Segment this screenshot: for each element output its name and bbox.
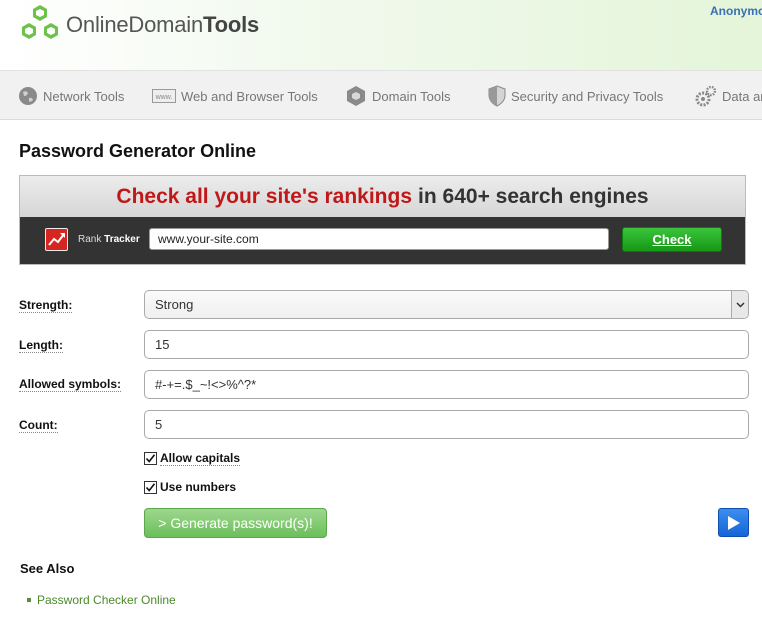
list-item: Password Checker Online bbox=[27, 593, 176, 607]
allow-capitals-checkbox[interactable] bbox=[144, 452, 157, 465]
svg-text:www.: www. bbox=[155, 94, 173, 101]
ad-form: Rank Tracker www.your-site.com Check bbox=[20, 217, 745, 264]
gears-icon bbox=[695, 85, 717, 107]
count-input[interactable]: 5 bbox=[144, 410, 749, 439]
site-header: OnlineDomainTools Anonymous bbox=[0, 0, 762, 70]
play-icon[interactable] bbox=[718, 508, 749, 537]
logo-hexagons-icon[interactable] bbox=[18, 5, 62, 41]
nav-label: Security and Privacy Tools bbox=[511, 88, 664, 104]
checkmark-icon bbox=[145, 482, 156, 492]
length-label: Length: bbox=[19, 338, 63, 353]
checkmark-icon bbox=[145, 454, 156, 463]
ad-headline-highlight: Check all your site's rankings bbox=[116, 184, 413, 208]
nav-item-domain-tools[interactable]: Domain Tools bbox=[345, 71, 451, 119]
check-button[interactable]: Check bbox=[622, 227, 722, 252]
nav-item-web-browser-tools[interactable]: www. Web and Browser Tools bbox=[152, 71, 318, 119]
site-logo-text[interactable]: OnlineDomainTools bbox=[66, 12, 259, 38]
nav-label: Domain Tools bbox=[372, 88, 451, 104]
page-title: Password Generator Online bbox=[19, 141, 257, 161]
globe-icon bbox=[19, 87, 37, 105]
strength-value: Strong bbox=[155, 297, 194, 312]
generate-password-button[interactable]: > Generate password(s)! bbox=[144, 508, 327, 538]
www-icon: www. bbox=[152, 89, 176, 103]
ad-headline-rest: in 640+ search engines bbox=[418, 184, 649, 208]
bullet-icon bbox=[27, 598, 31, 602]
length-input[interactable]: 15 bbox=[144, 330, 749, 359]
hexagon-icon bbox=[347, 86, 365, 106]
nav-label: Web and Browser Tools bbox=[181, 88, 318, 104]
password-checker-link[interactable]: Password Checker Online bbox=[37, 593, 176, 607]
allowed-symbols-label: Allowed symbols: bbox=[19, 377, 122, 392]
allowed-symbols-input[interactable]: #-+=.$_~!<>%^?* bbox=[144, 370, 749, 399]
logo-text-light: OnlineDomain bbox=[66, 12, 204, 37]
brand-light: Rank bbox=[78, 234, 102, 245]
ad-headline: Check all your site's rankings in 640+ s… bbox=[20, 176, 745, 217]
rank-tracker-icon bbox=[45, 228, 68, 251]
chevron-down-icon[interactable] bbox=[731, 291, 748, 318]
site-url-input[interactable]: www.your-site.com bbox=[149, 228, 609, 250]
allow-capitals-option[interactable]: Allow capitals bbox=[144, 451, 241, 466]
use-numbers-option[interactable]: Use numbers bbox=[144, 480, 236, 494]
user-name-link[interactable]: Anonymous bbox=[710, 4, 762, 18]
rank-tracker-brand: Rank Tracker bbox=[78, 234, 140, 245]
logo-text-bold: Tools bbox=[203, 12, 260, 37]
rank-tracker-ad[interactable]: Check all your site's rankings in 640+ s… bbox=[19, 175, 746, 265]
use-numbers-label: Use numbers bbox=[160, 480, 237, 494]
count-label: Count: bbox=[19, 418, 58, 433]
brand-bold: Tracker bbox=[104, 234, 140, 245]
shield-icon bbox=[488, 85, 506, 107]
nav-label: Data and bbox=[722, 88, 762, 104]
nav-label: Network Tools bbox=[43, 88, 125, 104]
nav-item-network-tools[interactable]: Network Tools bbox=[18, 71, 125, 119]
nav-item-data-tools[interactable]: Data and bbox=[695, 71, 762, 119]
use-numbers-checkbox[interactable] bbox=[144, 480, 157, 494]
see-also-heading: See Also bbox=[20, 561, 75, 576]
strength-label: Strength: bbox=[19, 298, 73, 313]
strength-select[interactable]: Strong bbox=[144, 290, 749, 319]
nav-item-security-privacy-tools[interactable]: Security and Privacy Tools bbox=[488, 71, 664, 119]
main-nav: Network Tools www. Web and Browser Tools… bbox=[0, 70, 762, 120]
allow-capitals-label: Allow capitals bbox=[160, 451, 241, 466]
